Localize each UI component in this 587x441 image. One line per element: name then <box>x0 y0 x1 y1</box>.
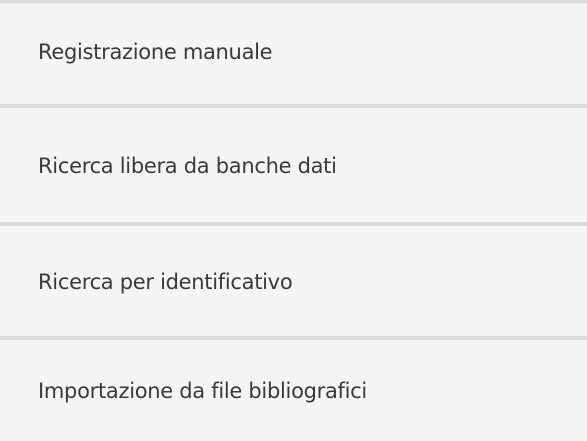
menu-item-label: Ricerca per identificativo <box>38 270 293 294</box>
menu-item-label: Ricerca libera da banche dati <box>38 154 337 178</box>
menu-item-registrazione-manuale[interactable]: Registrazione manuale <box>0 0 587 104</box>
menu-item-label: Registrazione manuale <box>38 40 273 64</box>
menu-item-ricerca-libera[interactable]: Ricerca libera da banche dati <box>0 109 587 223</box>
menu-divider <box>0 104 587 108</box>
menu-item-label: Importazione da file bibliografici <box>38 378 367 403</box>
menu-divider <box>0 222 587 226</box>
menu-item-importazione-file[interactable]: Importazione da file bibliografici <box>0 340 587 441</box>
import-options-menu: Registrazione manuale Ricerca libera da … <box>0 0 587 441</box>
menu-item-ricerca-identificativo[interactable]: Ricerca per identificativo <box>0 227 587 337</box>
